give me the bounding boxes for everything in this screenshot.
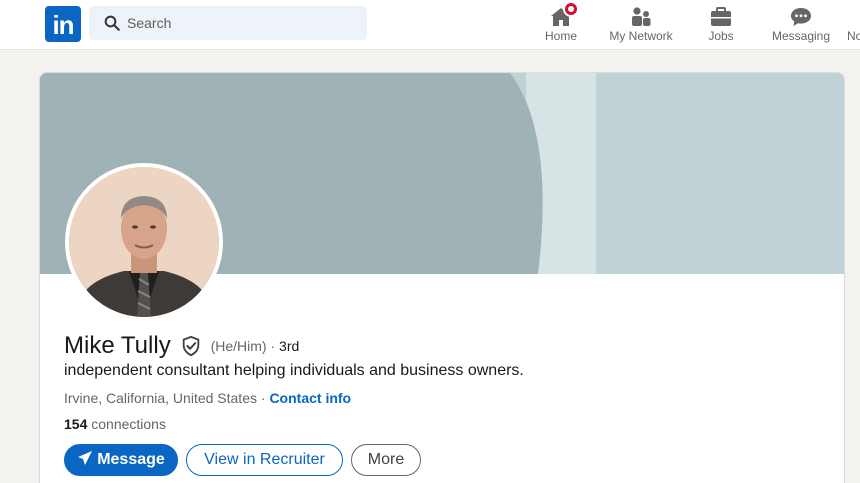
send-icon [78, 451, 93, 465]
search-icon [104, 15, 120, 31]
profile-headline: independent consultant helping individua… [64, 362, 524, 379]
top-navigation-bar: in Home My Network Jobs [0, 0, 860, 50]
connections-number: 154 [64, 416, 88, 432]
nav-home[interactable]: Home [536, 0, 586, 50]
profile-photo-image [69, 167, 219, 317]
more-button[interactable]: More [351, 444, 421, 476]
profile-pronouns: (He/Him) [210, 338, 267, 354]
briefcase-icon [711, 7, 731, 26]
connection-degree: 3rd [279, 338, 300, 354]
nav-jobs-label: Jobs [708, 29, 734, 43]
view-in-recruiter-button[interactable]: View in Recruiter [186, 444, 343, 476]
network-icon [632, 7, 651, 26]
nav-my-network[interactable]: My Network [604, 0, 678, 50]
nav-messaging-label: Messaging [771, 29, 831, 43]
profile-card: Mike Tully (He/Him) · 3rd independent co… [39, 72, 845, 483]
profile-name-row: Mike Tully (He/Him) · 3rd [64, 332, 299, 364]
connections-count[interactable]: 154 connections [64, 416, 166, 432]
degree-separator: · [266, 338, 280, 354]
nav-notifications-label: No [847, 29, 860, 43]
nav-home-label: Home [544, 29, 577, 43]
messaging-icon [791, 8, 811, 26]
contact-info-link[interactable]: Contact info [269, 390, 351, 406]
message-button-label: Message [97, 451, 165, 468]
verified-shield-icon[interactable] [180, 335, 202, 357]
profile-photo[interactable] [65, 163, 223, 321]
nav-messaging[interactable]: Messaging [768, 0, 834, 50]
location-row: Irvine, California, United States · Cont… [64, 390, 351, 406]
connections-label: connections [87, 416, 166, 432]
nav-notifications[interactable]: No [844, 0, 860, 50]
search-box[interactable] [89, 6, 367, 40]
profile-name: Mike Tully [64, 332, 171, 359]
search-input[interactable] [127, 6, 357, 40]
linkedin-logo[interactable]: in [45, 6, 81, 42]
message-button[interactable]: Message [64, 444, 178, 476]
nav-my-network-label: My Network [609, 29, 673, 43]
profile-location: Irvine, California, United States [64, 390, 257, 406]
nav-jobs[interactable]: Jobs [696, 0, 746, 50]
notification-badge [563, 1, 579, 17]
location-separator: · [256, 390, 270, 406]
